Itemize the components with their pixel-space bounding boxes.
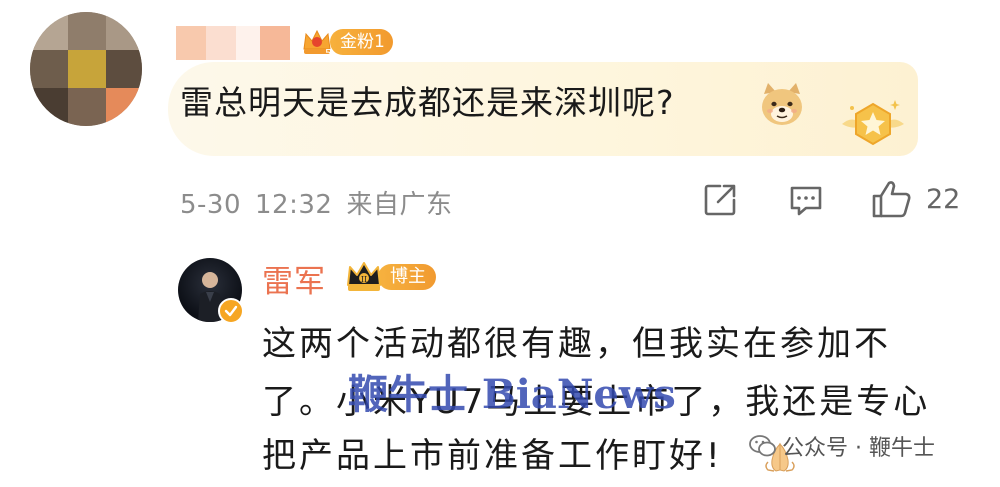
svg-text:5: 5 xyxy=(325,47,332,59)
blogger-badge[interactable]: II 博主 xyxy=(344,258,440,296)
comment-location: 来自广东 xyxy=(346,190,453,220)
comment-meta: 5-30 12:32 来自广东 xyxy=(180,184,466,221)
star-fan-badge-icon xyxy=(838,96,908,150)
bianews-watermark: 鞭牛士 BiaNews xyxy=(348,371,676,418)
commenter-avatar-blurred[interactable] xyxy=(30,12,142,126)
doge-emoji-icon xyxy=(758,80,806,128)
comment-date: 5-30 xyxy=(180,190,242,220)
fan-badge-label: 金粉1 xyxy=(330,29,393,55)
wechat-watermark: 公众号 · 鞭牛士 xyxy=(748,428,935,464)
reply-text-line-3: 把产品上市前准备工作盯好! xyxy=(262,436,723,476)
like-count: 22 xyxy=(926,184,961,215)
crown-icon: II xyxy=(344,259,384,295)
fan-level-badge[interactable]: 5 金粉1 xyxy=(300,24,393,60)
wechat-icon xyxy=(749,435,776,457)
wechat-watermark-text: 公众号 · 鞭牛士 xyxy=(782,436,935,461)
svg-text:II: II xyxy=(361,275,367,284)
comment-time: 12:32 xyxy=(255,190,333,220)
comment-text: 雷总明天是去成都还是来深圳呢? xyxy=(180,83,675,122)
comment-icon[interactable] xyxy=(786,180,826,220)
blogger-badge-label: 博主 xyxy=(378,264,436,290)
crown-icon: 5 xyxy=(300,25,334,60)
like-thumb-icon[interactable] xyxy=(870,178,914,220)
author-name[interactable]: 雷军 xyxy=(262,256,326,301)
share-icon[interactable] xyxy=(700,180,740,220)
commenter-name-blurred[interactable] xyxy=(176,26,294,60)
verified-badge-icon xyxy=(218,298,244,324)
reply-text-line-1: 这两个活动都很有趣，但我实在参加不 xyxy=(262,324,891,364)
